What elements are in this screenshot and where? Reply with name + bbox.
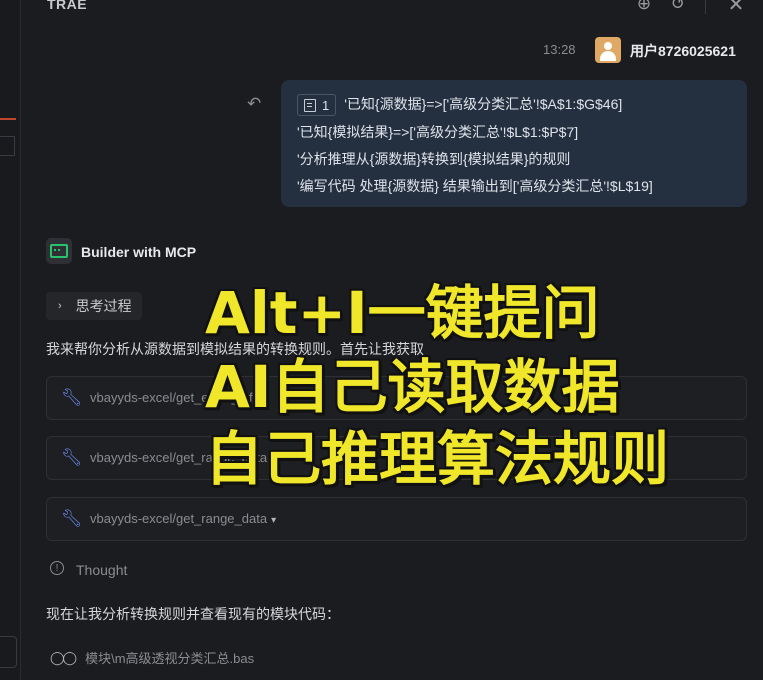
app-title: TRAE [47,0,88,12]
lightbulb-icon: ! [50,561,64,575]
wrench-icon: 🔧︎ [61,448,83,467]
context-chip[interactable]: 1 [297,94,337,117]
message-line: '已知{源数据}=>['高级分类汇总'!$A$1:$G$46] [344,96,623,112]
chevron-right-icon: › [58,300,62,312]
close-icon[interactable]: ✕ [725,0,747,16]
chevron-down-icon: ▾ [271,515,277,526]
message-time: 13:28 [543,42,576,57]
message-line: '分析推理从{源数据}转换到{模拟结果}的规则 [297,151,571,167]
header-divider [705,0,706,14]
left-panel-strip [0,0,21,680]
chevron-down-icon: ▾ [263,394,269,405]
thinking-process-toggle[interactable]: › 思考过程 [46,292,142,320]
thought-label[interactable]: Thought [76,562,127,578]
tool-call-card[interactable]: 🔧︎ vbayyds-excel/get_range_data ▾ [46,436,747,480]
agent-name: Builder with MCP [81,244,197,260]
document-icon [304,98,316,112]
history-icon[interactable]: ↺ [667,0,689,14]
message-line: '已知{模拟结果}=>['高级分类汇总'!$L$1:$P$7] [297,124,579,140]
panel-edge-box [0,636,17,668]
avatar [595,37,621,63]
wrench-icon: 🔧︎ [61,509,83,528]
caption-line: Alt+I一键提问 [205,279,600,347]
message-line: '编写代码 处理{源数据} 结果输出到['高级分类汇总'!$L$19] [297,178,653,194]
user-message-bubble: 1 '已知{源数据}=>['高级分类汇总'!$A$1:$G$46] '已知{模拟结… [281,80,747,207]
tool-call-card[interactable]: 🔧︎ vbayyds-excel/get_range_data ▾ [46,497,747,541]
panel-edge-box [0,136,15,156]
chevron-down-icon: ▾ [271,454,277,465]
builder-icon [46,238,72,264]
glasses-icon: ◯◯ [50,649,77,665]
tool-call-card[interactable]: 🔧︎ vbayyds-excel/get_excel_info ▾ [46,376,747,420]
new-chat-icon[interactable]: ⊕ [633,0,655,14]
agent-intro-text: 我来帮你分析从源数据到模拟结果的转换规则。首先让我获取 [46,341,424,357]
file-reference[interactable]: ◯◯ 模块\m高级透视分类汇总.bas [50,648,254,667]
agent-next-text: 现在让我分析转换规则并查看现有的模块代码： [46,606,340,622]
username: 用户8726025621 [630,43,736,59]
wrench-icon: 🔧︎ [61,388,83,407]
active-indicator [0,118,16,120]
undo-icon[interactable]: ↶ [247,94,261,114]
